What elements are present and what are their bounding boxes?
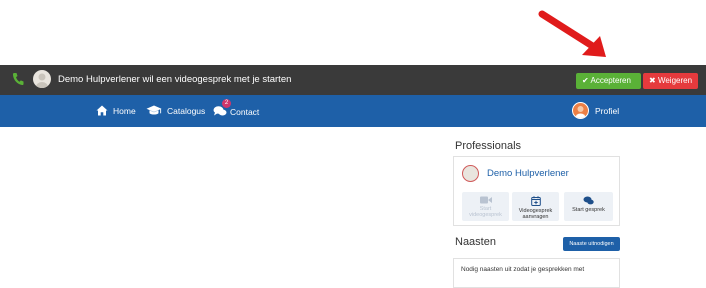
action-label: Start gesprek <box>572 207 605 213</box>
chat-icon <box>583 196 594 205</box>
nav-item-home[interactable]: Home <box>96 105 136 116</box>
invite-info-box: Nodig naasten uit zodat je gesprekken me… <box>453 258 620 288</box>
accept-label: Accepteren <box>590 76 631 85</box>
profile-label: Profiel <box>595 105 620 116</box>
nav-item-contact[interactable]: 2 Contact <box>213 99 260 119</box>
professional-card: Demo Hulpverlener Start videogesprek Vid… <box>453 156 620 226</box>
calendar-plus-icon <box>530 196 541 206</box>
profile-avatar <box>572 102 589 119</box>
annotation-arrow-icon <box>538 10 606 57</box>
contact-badge: 2 <box>222 99 231 108</box>
check-icon: ✔ <box>582 76 589 85</box>
start-chat-button[interactable]: Start gesprek <box>564 192 613 221</box>
professional-name[interactable]: Demo Hulpverlener <box>487 168 569 179</box>
professional-avatar <box>462 165 479 182</box>
home-icon <box>96 105 108 116</box>
incoming-call-bar: Demo Hulpverlener wil een videogesprek m… <box>0 65 706 95</box>
graduation-cap-icon <box>146 105 162 115</box>
invite-relative-button[interactable]: Naaste uitnodigen <box>563 237 620 251</box>
contact-icon-wrapper: 2 <box>213 99 231 119</box>
decline-label: Weigeren <box>657 76 693 85</box>
accept-button[interactable]: ✔ Accepteren <box>576 73 641 89</box>
invite-info-text: Nodig naasten uit zodat je gesprekken me… <box>461 266 585 273</box>
phone-icon <box>12 73 24 86</box>
call-message: Demo Hulpverlener wil een videogesprek m… <box>58 74 292 85</box>
close-icon: ✖ <box>649 76 656 85</box>
action-label: aanvragen <box>522 214 549 220</box>
nav-label-home: Home <box>113 105 136 116</box>
nav-label-catalogus: Catalogus <box>167 105 206 116</box>
request-video-call-button[interactable]: Videogesprek aanvragen <box>512 192 559 221</box>
caller-avatar <box>33 70 51 88</box>
main-navbar: Home Catalogus 2 Contact Profiel <box>0 95 706 127</box>
professionals-heading: Professionals <box>455 140 522 152</box>
profile-menu[interactable]: Profiel <box>572 102 619 119</box>
action-label: videogesprek <box>469 212 502 218</box>
nav-label-contact: Contact <box>230 107 260 117</box>
nav-item-catalogus[interactable]: Catalogus <box>146 105 205 116</box>
decline-button[interactable]: ✖ Weigeren <box>643 73 698 89</box>
video-camera-icon <box>479 196 492 204</box>
start-video-call-button[interactable]: Start videogesprek <box>462 192 509 221</box>
naasten-heading: Naasten <box>455 236 496 248</box>
